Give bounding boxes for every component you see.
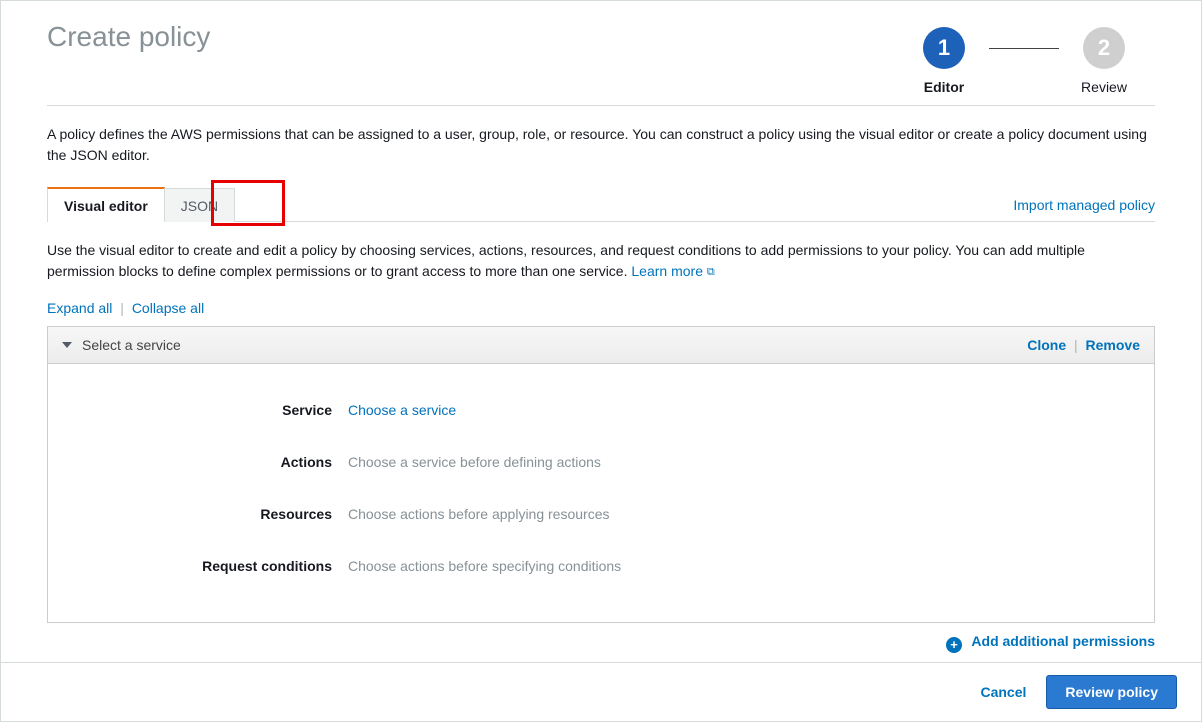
step-review[interactable]: 2 Review bbox=[1059, 27, 1149, 95]
external-link-icon: ⧉ bbox=[707, 264, 715, 281]
separator: | bbox=[120, 300, 124, 316]
value-actions: Choose a service before defining actions bbox=[348, 454, 601, 470]
plus-circle-icon: + bbox=[946, 637, 962, 653]
label-actions: Actions bbox=[48, 454, 348, 470]
expand-all-link[interactable]: Expand all bbox=[47, 300, 112, 316]
add-additional-permissions-link[interactable]: + Add additional permissions bbox=[946, 633, 1155, 649]
separator: | bbox=[1074, 337, 1078, 353]
step-connector bbox=[989, 48, 1059, 49]
choose-service-link[interactable]: Choose a service bbox=[348, 402, 456, 418]
import-managed-policy-link[interactable]: Import managed policy bbox=[1013, 197, 1155, 221]
value-conditions: Choose actions before specifying conditi… bbox=[348, 558, 621, 574]
add-permissions-row: + Add additional permissions bbox=[47, 633, 1155, 653]
step-number: 1 bbox=[923, 27, 965, 69]
tab-description-text: Use the visual editor to create and edit… bbox=[47, 242, 1085, 279]
panel-actions: Clone | Remove bbox=[1027, 337, 1140, 353]
step-editor[interactable]: 1 Editor bbox=[899, 27, 989, 95]
panel-header[interactable]: Select a service Clone | Remove bbox=[48, 327, 1154, 364]
permission-block-panel: Select a service Clone | Remove Service … bbox=[47, 326, 1155, 623]
step-label: Editor bbox=[924, 79, 964, 95]
row-conditions: Request conditions Choose actions before… bbox=[48, 540, 1154, 592]
review-policy-button[interactable]: Review policy bbox=[1046, 675, 1177, 709]
row-actions: Actions Choose a service before defining… bbox=[48, 436, 1154, 488]
footer: Cancel Review policy bbox=[1, 662, 1201, 721]
clone-link[interactable]: Clone bbox=[1027, 337, 1066, 353]
row-service: Service Choose a service bbox=[48, 384, 1154, 436]
step-label: Review bbox=[1081, 79, 1127, 95]
label-service: Service bbox=[48, 402, 348, 418]
expand-collapse-row: Expand all | Collapse all bbox=[47, 300, 1155, 316]
wizard-stepper: 1 Editor 2 Review bbox=[899, 27, 1149, 95]
learn-more-link[interactable]: Learn more ⧉ bbox=[631, 263, 714, 279]
header-row: Create policy 1 Editor 2 Review bbox=[47, 21, 1155, 95]
cancel-button[interactable]: Cancel bbox=[980, 684, 1026, 700]
label-conditions: Request conditions bbox=[48, 558, 348, 574]
label-resources: Resources bbox=[48, 506, 348, 522]
panel-body: Service Choose a service Actions Choose … bbox=[48, 364, 1154, 622]
remove-link[interactable]: Remove bbox=[1086, 337, 1140, 353]
collapse-all-link[interactable]: Collapse all bbox=[132, 300, 204, 316]
row-resources: Resources Choose actions before applying… bbox=[48, 488, 1154, 540]
tab-visual-editor[interactable]: Visual editor bbox=[47, 187, 165, 222]
page-title: Create policy bbox=[47, 21, 899, 53]
intro-text: A policy defines the AWS permissions tha… bbox=[47, 124, 1155, 166]
tab-description: Use the visual editor to create and edit… bbox=[47, 222, 1155, 282]
add-permissions-label: Add additional permissions bbox=[971, 633, 1155, 649]
tabs-row: Visual editor JSON Import managed policy bbox=[47, 186, 1155, 222]
caret-down-icon bbox=[62, 342, 72, 348]
step-number: 2 bbox=[1083, 27, 1125, 69]
divider bbox=[47, 105, 1155, 106]
value-resources: Choose actions before applying resources bbox=[348, 506, 610, 522]
tab-json[interactable]: JSON bbox=[164, 188, 235, 222]
panel-title: Select a service bbox=[82, 337, 1027, 353]
